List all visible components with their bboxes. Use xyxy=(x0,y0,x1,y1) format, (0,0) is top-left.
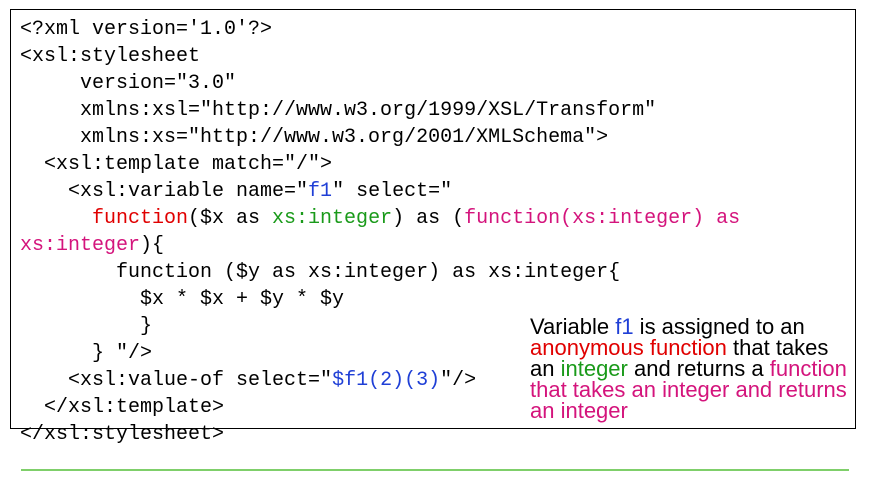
code-line: </xsl:stylesheet> xyxy=(20,421,740,448)
code-token: ){ xyxy=(140,234,165,257)
code-line: <xsl:variable name="f1" select=" xyxy=(20,178,740,205)
annotation-callout: Variable f1 is assigned to an anonymous … xyxy=(530,316,850,422)
code-token: "/> xyxy=(440,369,477,392)
code-line: xmlns:xsl="http://www.w3.org/1999/XSL/Tr… xyxy=(20,97,740,124)
code-line: xmlns:xs="http://www.w3.org/2001/XMLSche… xyxy=(20,124,740,151)
code-line: xs:integer){ xyxy=(20,232,740,259)
code-line: function($x as xs:integer) as (function(… xyxy=(20,205,740,232)
code-token: } "/> xyxy=(20,342,153,365)
code-token: } xyxy=(20,315,153,338)
code-token: xs:integer xyxy=(20,234,141,257)
code-token: " select=" xyxy=(332,180,453,203)
code-token: $f1(2)(3) xyxy=(332,369,441,392)
code-token: <xsl:variable name=" xyxy=(20,180,309,203)
code-line: <xsl:template match="/"> xyxy=(20,151,740,178)
code-token: $x * $x + $y * $y xyxy=(20,288,345,311)
code-token: function xyxy=(92,207,189,230)
code-line: <xsl:stylesheet xyxy=(20,43,740,70)
code-line: <?xml version='1.0'?> xyxy=(20,16,740,43)
code-line: version="3.0" xyxy=(20,70,740,97)
code-token: version="3.0" xyxy=(20,72,237,95)
code-token: xmlns:xs="http://www.w3.org/2001/XMLSche… xyxy=(20,126,609,149)
code-token: </xsl:stylesheet> xyxy=(20,423,225,446)
code-token: xmlns:xsl="http://www.w3.org/1999/XSL/Tr… xyxy=(20,99,657,122)
code-token: f1 xyxy=(308,180,333,203)
code-token: xs:integer xyxy=(272,207,393,230)
code-token: <?xml version='1.0'?> xyxy=(20,18,273,41)
code-token: </xsl:template> xyxy=(20,396,225,419)
code-token: <xsl:stylesheet xyxy=(20,45,201,68)
code-token: <xsl:value-of select=" xyxy=(20,369,333,392)
code-token: ($x as xyxy=(188,207,273,230)
divider-line xyxy=(21,469,849,471)
code-token: <xsl:template match="/"> xyxy=(20,153,333,176)
code-token: ) as ( xyxy=(392,207,465,230)
code-token: function ($y as xs:integer) as xs:intege… xyxy=(20,261,621,284)
code-token: function(xs:integer) as xyxy=(464,207,741,230)
code-line: $x * $x + $y * $y xyxy=(20,286,740,313)
code-line: function ($y as xs:integer) as xs:intege… xyxy=(20,259,740,286)
